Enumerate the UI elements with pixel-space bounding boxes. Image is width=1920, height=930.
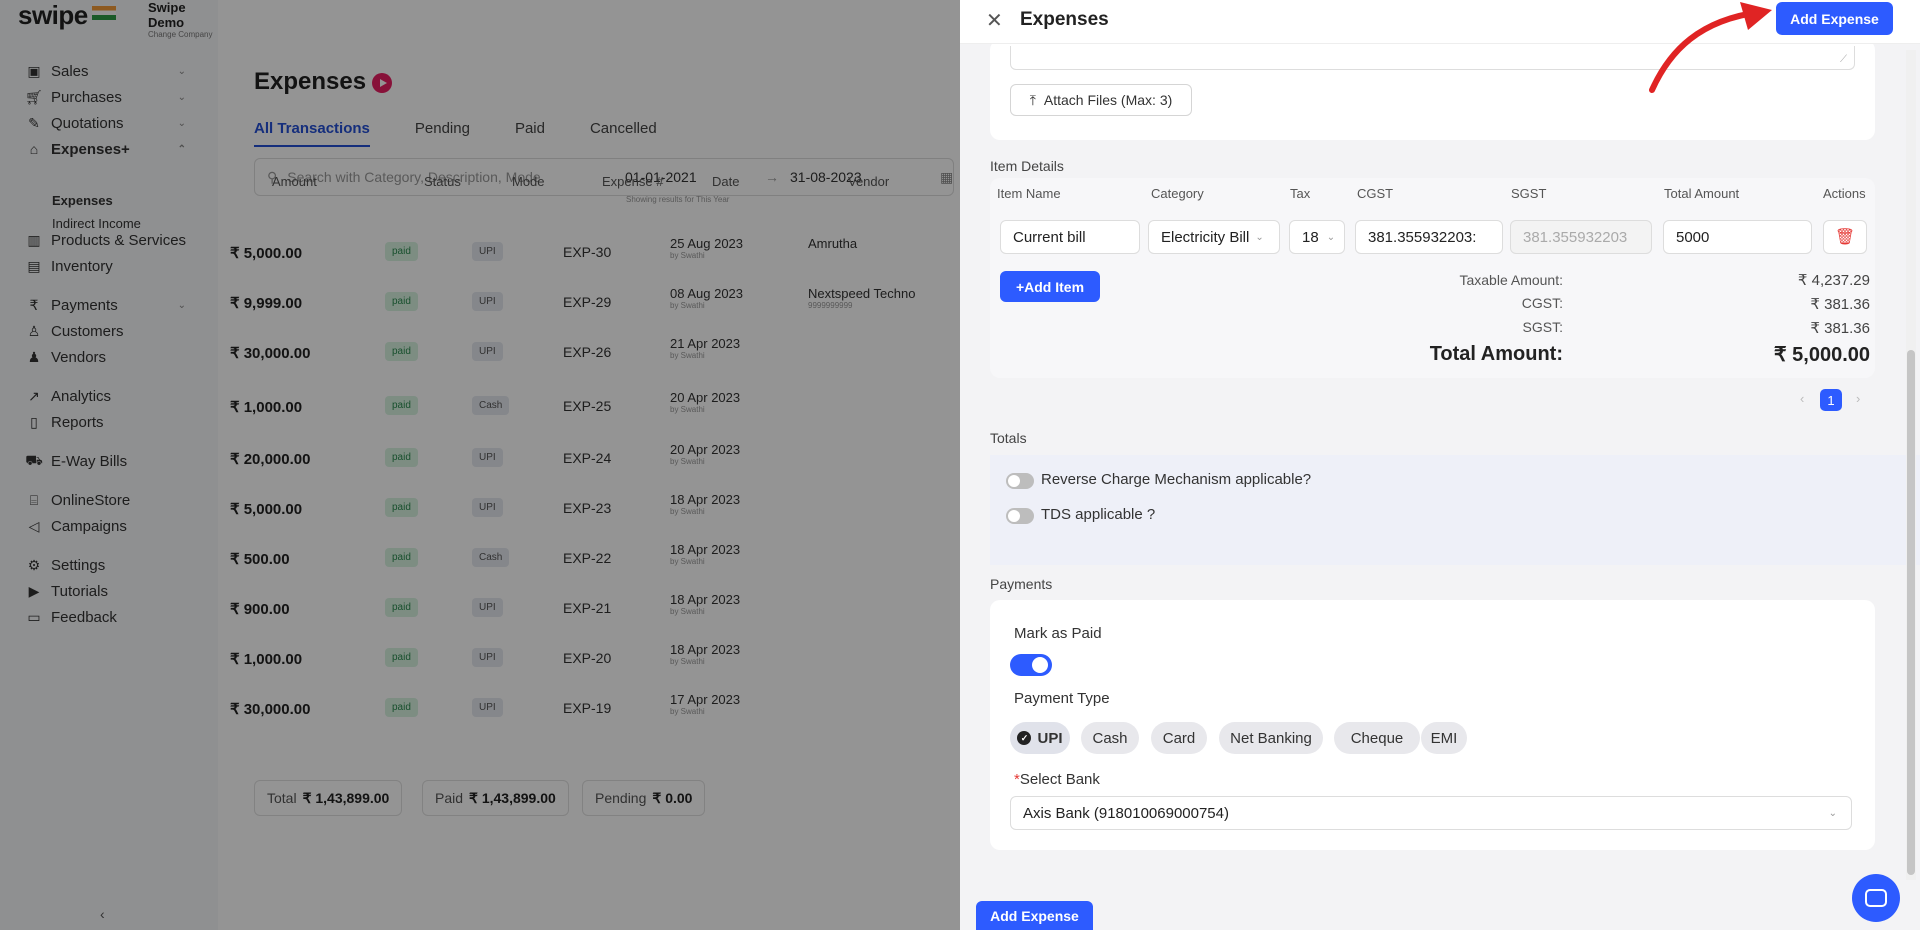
sgst-value: ₹ 381.36 bbox=[1810, 320, 1870, 337]
check-icon: ✓ bbox=[1017, 731, 1032, 745]
tax-value: 18 bbox=[1302, 228, 1319, 246]
chat-support-icon[interactable] bbox=[1852, 874, 1900, 922]
col-cgst: CGST bbox=[1357, 186, 1394, 201]
add-item-button[interactable]: +Add Item bbox=[1000, 271, 1100, 302]
payment-type-cash[interactable]: Cash bbox=[1081, 722, 1139, 754]
mark-paid-label: Mark as Paid bbox=[1014, 625, 1102, 642]
chevron-down-icon: ⌄ bbox=[1828, 807, 1837, 819]
bank-value: Axis Bank (918010069000754) bbox=[1023, 804, 1229, 822]
col-actions: Actions bbox=[1823, 186, 1866, 201]
item-details-label: Item Details bbox=[990, 158, 1064, 174]
payment-type-emi[interactable]: EMI bbox=[1421, 722, 1467, 754]
drawer-scrollbar-thumb[interactable] bbox=[1907, 350, 1915, 875]
modal-backdrop[interactable] bbox=[0, 0, 960, 930]
payment-type-card[interactable]: Card bbox=[1151, 722, 1207, 754]
category-value: Electricity Bill bbox=[1161, 228, 1250, 246]
col-category: Category bbox=[1151, 186, 1204, 201]
drawer-title: Expenses bbox=[1020, 9, 1109, 30]
sgst-input: 381.355932203 bbox=[1510, 220, 1652, 254]
select-bank-text: Select Bank bbox=[1019, 771, 1100, 788]
col-tax: Tax bbox=[1290, 186, 1311, 201]
taxable-amount-value: ₹ 4,237.29 bbox=[1797, 272, 1870, 289]
cgst-input[interactable]: 381.355932203: bbox=[1355, 220, 1503, 254]
payment-type-label: Payment Type bbox=[1014, 690, 1110, 707]
chevron-down-icon: ⌄ bbox=[1255, 231, 1264, 243]
col-sgst: SGST bbox=[1511, 186, 1547, 201]
sgst-label: SGST: bbox=[1522, 319, 1563, 335]
col-total-amount: Total Amount bbox=[1664, 186, 1740, 201]
upload-icon: ⤒ bbox=[1029, 91, 1036, 108]
select-bank-label: *Select Bank bbox=[1014, 771, 1100, 788]
total-amount-label: Total Amount: bbox=[1429, 343, 1563, 365]
payments-label: Payments bbox=[990, 576, 1053, 592]
tds-toggle[interactable] bbox=[1006, 508, 1034, 524]
page-1-button[interactable]: 1 bbox=[1820, 389, 1842, 411]
chevron-down-icon: ⌄ bbox=[1326, 231, 1336, 243]
attach-label: Attach Files (Max: 3) bbox=[1043, 92, 1173, 108]
add-expense-button-top[interactable]: Add Expense bbox=[1776, 2, 1893, 35]
taxable-amount-label: Taxable Amount: bbox=[1459, 272, 1563, 288]
cgst-value: ₹ 381.36 bbox=[1810, 296, 1870, 313]
total-amount-value: ₹ 5,000.00 bbox=[1773, 344, 1870, 366]
app-root: swipe Swipe Demo Change Company ▣ Sales ⌄ … bbox=[0, 0, 1920, 930]
tax-select[interactable]: 18 ⌄ bbox=[1289, 220, 1345, 254]
chip-label: UPI bbox=[1037, 729, 1063, 747]
next-page-icon[interactable]: › bbox=[1856, 391, 1860, 406]
payment-type-upi[interactable]: ✓ UPI bbox=[1010, 722, 1070, 754]
totals-label: Totals bbox=[990, 430, 1027, 446]
attach-files-button[interactable]: ⤒ Attach Files (Max: 3) bbox=[1010, 84, 1192, 116]
annotation-arrow-icon bbox=[1649, 2, 1772, 93]
trash-icon: 🗑︎ bbox=[1834, 229, 1856, 246]
bank-select[interactable]: Axis Bank (918010069000754) ⌄ bbox=[1010, 796, 1852, 830]
delete-item-button[interactable]: 🗑︎ bbox=[1823, 220, 1867, 254]
rcm-label: Reverse Charge Mechanism applicable? bbox=[1041, 471, 1312, 488]
tds-label: TDS applicable ? bbox=[1041, 506, 1156, 523]
total-amount-input[interactable]: 5000 bbox=[1663, 220, 1812, 254]
category-select[interactable]: Electricity Bill ⌄ bbox=[1148, 220, 1280, 254]
prev-page-icon[interactable]: ‹ bbox=[1800, 391, 1804, 406]
add-expense-button-bottom[interactable]: Add Expense bbox=[976, 901, 1093, 930]
payment-type-net-banking[interactable]: Net Banking bbox=[1219, 722, 1323, 754]
mark-paid-toggle[interactable] bbox=[1010, 654, 1052, 676]
payment-type-cheque[interactable]: Cheque bbox=[1334, 722, 1420, 754]
item-name-input[interactable]: Current bill bbox=[1000, 220, 1140, 254]
cgst-label: CGST: bbox=[1521, 295, 1563, 311]
resize-grip-icon[interactable]: ⟋ bbox=[1840, 54, 1847, 65]
rcm-toggle[interactable] bbox=[1006, 473, 1034, 489]
close-icon[interactable]: ✕ bbox=[986, 8, 1003, 33]
col-item-name: Item Name bbox=[997, 186, 1061, 201]
